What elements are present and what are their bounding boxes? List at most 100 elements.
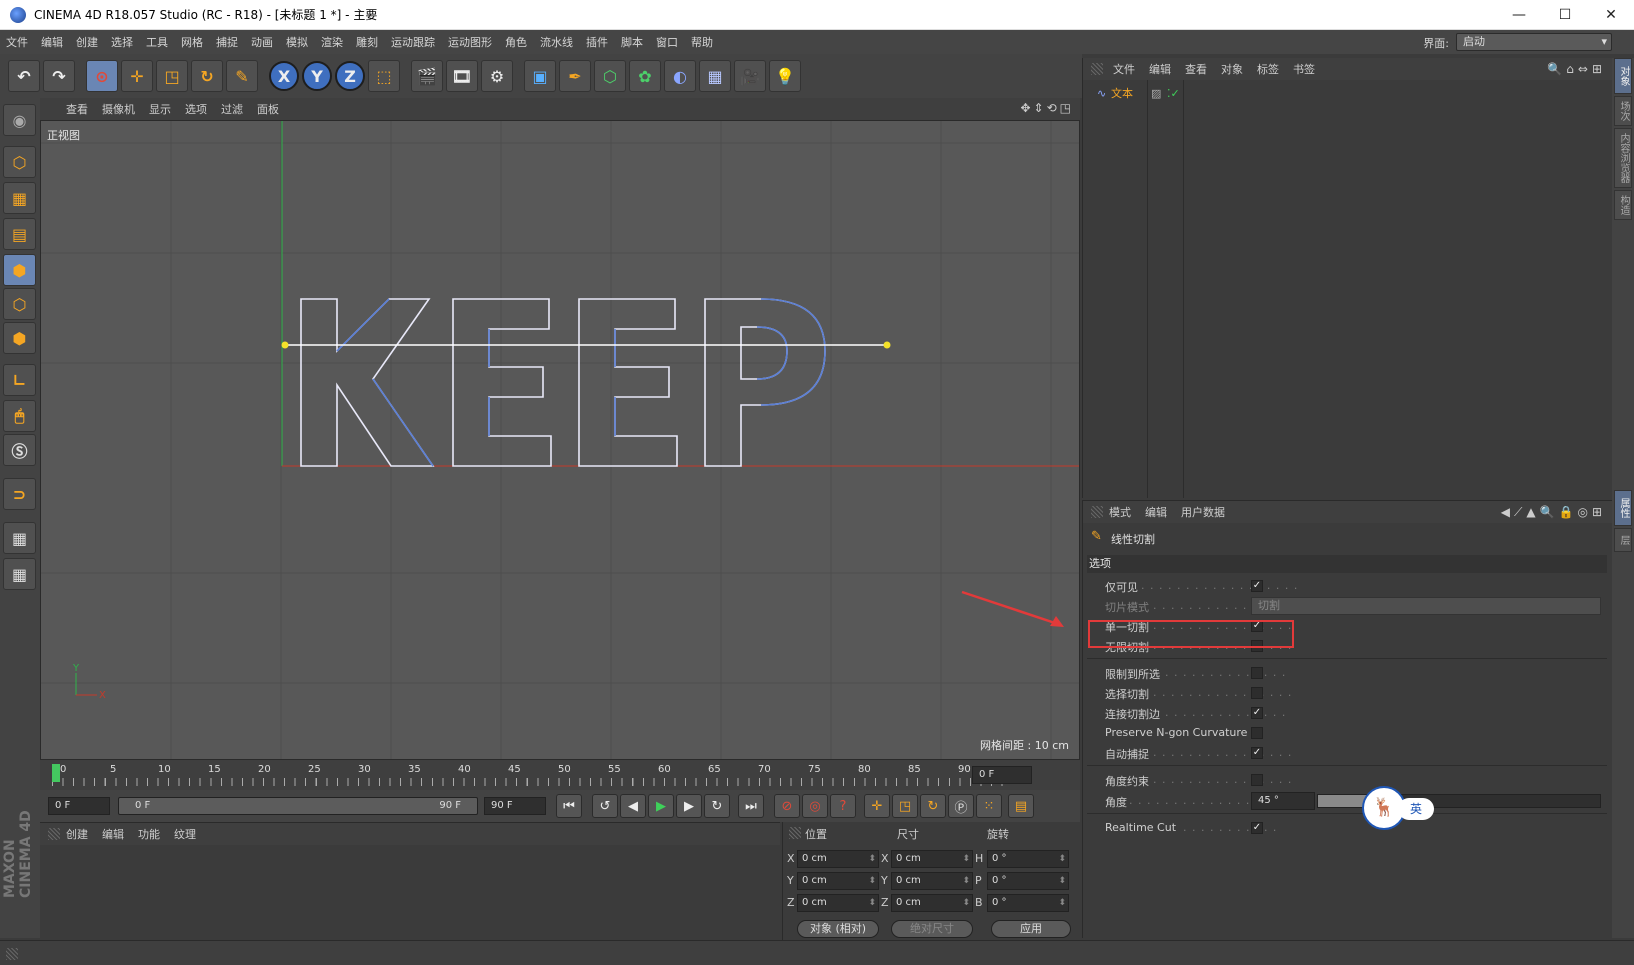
menu-window[interactable]: 窗口 [656, 34, 678, 50]
option-connect-cut-edges[interactable]: 连接切割边 . . . . . . . . . . . . . . ✓ [1105, 704, 1605, 722]
menu-pipeline[interactable]: 流水线 [540, 34, 573, 50]
panel-grip-icon[interactable] [48, 828, 60, 840]
menu-file[interactable]: 文件 [6, 34, 28, 50]
visibility-toggle-icon[interactable]: ▨ [1151, 87, 1161, 100]
option-slice-mode[interactable]: 切片模式 . . . . . . . . . . . . . . . . 切割 [1105, 597, 1605, 615]
viewport-menu-panel[interactable]: 面板 [257, 101, 279, 117]
visible-only-checkbox[interactable]: ✓ [1251, 580, 1263, 592]
autokey-button[interactable]: ◎ [802, 794, 828, 818]
option-select-cuts[interactable]: 选择切割 . . . . . . . . . . . . . . . . [1105, 684, 1605, 702]
menu-simulate[interactable]: 模拟 [286, 34, 308, 50]
viewport-menu-filter[interactable]: 过滤 [221, 101, 243, 117]
timeline-window-button[interactable]: ▤ [1008, 794, 1034, 818]
rotation-h-field[interactable]: 0 ° [987, 850, 1069, 868]
keyframe-selection-button[interactable]: ? [830, 794, 856, 818]
object-menu-view[interactable]: 查看 [1185, 61, 1207, 77]
rotation-p-field[interactable]: 0 ° [987, 872, 1069, 890]
position-x-field[interactable]: 0 cm [797, 850, 879, 868]
current-frame-field[interactable]: 0 F [972, 766, 1032, 784]
menu-sculpt[interactable]: 雕刻 [356, 34, 378, 50]
menu-animate[interactable]: 动画 [251, 34, 273, 50]
key-pla-button[interactable]: ⁙ [976, 794, 1002, 818]
panel-grip-icon[interactable] [789, 827, 801, 839]
material-menu-texture[interactable]: 纹理 [174, 826, 196, 842]
object-name[interactable]: 文本 [1111, 85, 1133, 101]
menu-help[interactable]: 帮助 [691, 34, 713, 50]
apply-button[interactable]: 应用 [991, 920, 1071, 938]
pen-spline-button[interactable]: ✒ [559, 60, 591, 92]
menu-create[interactable]: 创建 [76, 34, 98, 50]
cube-object-button[interactable]: ▣ [524, 60, 556, 92]
object-menu-edit[interactable]: 编辑 [1149, 61, 1171, 77]
menu-mograph[interactable]: 运动图形 [448, 34, 492, 50]
cloner-button[interactable]: ✿ [629, 60, 661, 92]
preserve-ngon-curvature-checkbox[interactable] [1251, 727, 1263, 739]
texture-mode-button[interactable]: ▦ [3, 182, 36, 214]
menu-select[interactable]: 选择 [111, 34, 133, 50]
render-view-button[interactable]: 🎬 [411, 60, 443, 92]
options-section-header[interactable]: 选项 [1087, 555, 1607, 573]
camera-button[interactable]: 🎥 [734, 60, 766, 92]
option-angle-constraint[interactable]: 角度约束 . . . . . . . . . . . . . . . . [1105, 771, 1605, 789]
object-row-text[interactable]: ∿ 文本 ▨ ⁚✓ [1089, 84, 1607, 102]
option-visible-only[interactable]: 仅可见 . . . . . . . . . . . . . . . . . . … [1105, 577, 1605, 595]
menu-plugins[interactable]: 插件 [586, 34, 608, 50]
make-editable-button[interactable]: ◉ [3, 104, 36, 136]
size-x-field[interactable]: 0 cm [891, 850, 973, 868]
size-z-field[interactable]: 0 cm [891, 894, 973, 912]
record-button[interactable]: ⊘ [774, 794, 800, 818]
start-frame-field[interactable]: 0 F [48, 797, 110, 815]
undo-button[interactable]: ↶ [8, 60, 40, 92]
minimize-button[interactable]: — [1496, 0, 1542, 30]
edges-mode-button[interactable]: ⬡ [3, 288, 36, 320]
attribute-manager-icons[interactable]: ◀⟋▲🔍🔒◎⊞ [1501, 505, 1606, 520]
menu-motion-tracking[interactable]: 运动跟踪 [391, 34, 435, 50]
option-angle[interactable]: 角度 . . . . . . . . . . . . . . . . . . .… [1105, 792, 1605, 810]
tab-structure[interactable]: 构造 [1614, 190, 1632, 220]
material-menu-create[interactable]: 创建 [66, 826, 88, 842]
key-position-button[interactable]: ✛ [864, 794, 890, 818]
object-manager-icons[interactable]: 🔍⌂⇔⊞ [1547, 62, 1606, 76]
angle-slider[interactable] [1317, 794, 1601, 808]
material-menu-edit[interactable]: 编辑 [102, 826, 124, 842]
position-y-field[interactable]: 0 cm [797, 872, 879, 890]
viewport-navigation-icons[interactable]: ✥⇕⟲◳ [1020, 101, 1074, 115]
object-menu-tags[interactable]: 标签 [1257, 61, 1279, 77]
redo-button[interactable]: ↷ [43, 60, 75, 92]
go-to-end-button[interactable]: ⏭ [738, 794, 764, 818]
object-menu-bookmarks[interactable]: 书签 [1293, 61, 1315, 77]
subdivision-surface-button[interactable]: ⬡ [594, 60, 626, 92]
input-method-badge[interactable]: 🦌 英 [1362, 786, 1442, 830]
maximize-button[interactable]: ☐ [1542, 0, 1588, 30]
magnet-button[interactable]: ⊃ [3, 478, 36, 510]
light-button[interactable]: 💡 [769, 60, 801, 92]
option-preserve-ngon-curvature[interactable]: Preserve N-gon Curvature [1105, 724, 1605, 742]
size-y-field[interactable]: 0 cm [891, 872, 973, 890]
viewport-menu-options[interactable]: 选项 [185, 101, 207, 117]
enabled-check-icon[interactable]: ⁚✓ [1167, 87, 1180, 100]
z-axis-lock-button[interactable]: Z [335, 61, 365, 91]
key-parameter-button[interactable]: Ⓟ [948, 794, 974, 818]
ime-language-toggle[interactable]: 英 [1398, 798, 1434, 820]
attribute-menu-mode[interactable]: 模式 [1109, 504, 1131, 520]
status-grip-icon[interactable] [6, 948, 18, 960]
viewport-menu-view[interactable]: 查看 [66, 101, 88, 117]
play-button[interactable]: ▶ [648, 794, 674, 818]
key-rotation-button[interactable]: ↻ [920, 794, 946, 818]
menu-mesh[interactable]: 网格 [181, 34, 203, 50]
connect-cut-edges-checkbox[interactable]: ✓ [1251, 707, 1263, 719]
next-key-button[interactable]: ↻ [704, 794, 730, 818]
option-realtime-cut[interactable]: Realtime Cut . . . . . . . . . . . ✓ [1105, 819, 1605, 837]
close-button[interactable]: ✕ [1588, 0, 1634, 30]
snap-button[interactable]: Ⓢ [3, 434, 36, 466]
workplane-lock-button[interactable]: ▦ [3, 522, 36, 554]
tab-content-browser[interactable]: 内容浏览器 [1614, 128, 1632, 188]
slice-mode-dropdown[interactable]: 切割 [1251, 597, 1601, 615]
polygons-mode-button[interactable]: ⬢ [3, 322, 36, 354]
menu-script[interactable]: 脚本 [621, 34, 643, 50]
rotation-b-field[interactable]: 0 ° [987, 894, 1069, 912]
panel-grip-icon[interactable] [1091, 63, 1103, 75]
workplane-mode-button[interactable]: ▤ [3, 218, 36, 250]
layout-select[interactable]: 启动 [1456, 33, 1612, 51]
coordinate-system-button[interactable]: ⬚ [368, 60, 400, 92]
